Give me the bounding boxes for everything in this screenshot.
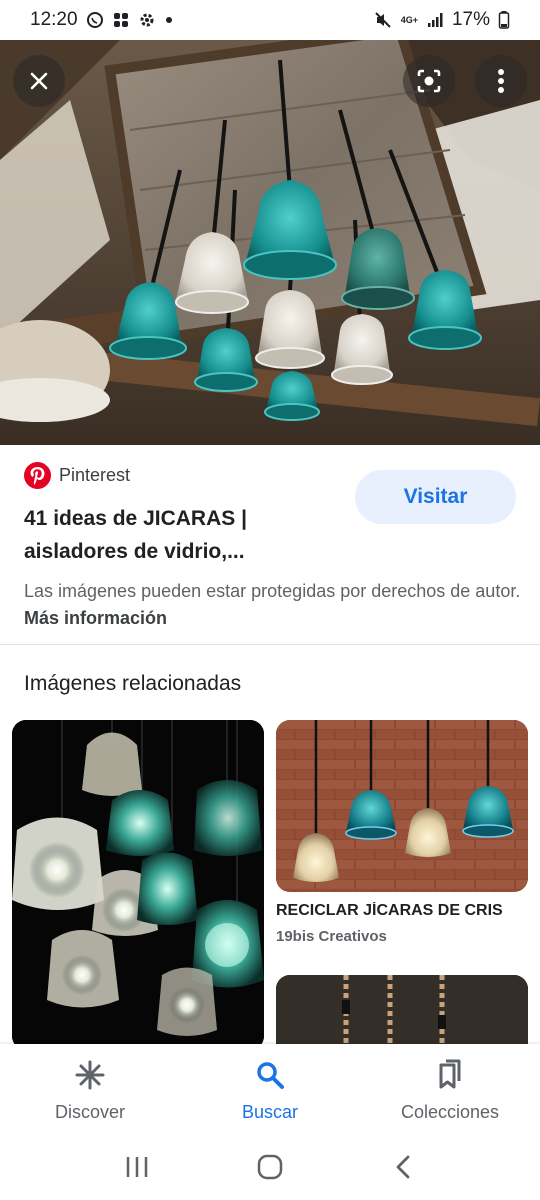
- discover-icon: [74, 1059, 106, 1096]
- settings-icon: [138, 11, 156, 29]
- more-options-button[interactable]: [475, 55, 527, 107]
- recents-icon: [124, 1155, 150, 1184]
- related-image-3[interactable]: [276, 975, 528, 1055]
- slack-icon: [112, 11, 130, 29]
- back-button[interactable]: [373, 1144, 433, 1194]
- dot-icon: [164, 15, 174, 25]
- copyright-notice: Las imágenes pueden estar protegidas por…: [24, 578, 524, 632]
- copyright-text: Las imágenes pueden estar protegidas por…: [24, 581, 521, 601]
- lens-icon: [415, 67, 443, 95]
- lens-button[interactable]: [403, 55, 455, 107]
- nav-collections[interactable]: Colecciones: [360, 1044, 540, 1138]
- clock: 12:20: [30, 9, 78, 30]
- source-name: Pinterest: [59, 465, 131, 485]
- status-right: 4G+ 17%: [373, 9, 510, 31]
- nav-search-label: Buscar: [241, 1102, 299, 1122]
- nav-search[interactable]: Buscar: [180, 1044, 360, 1138]
- nav-collections-label: Colecciones: [400, 1102, 500, 1122]
- recents-button[interactable]: [107, 1144, 167, 1194]
- home-icon: [256, 1153, 284, 1186]
- whatsapp-icon: [86, 11, 104, 29]
- search-icon: [254, 1059, 286, 1096]
- source-row[interactable]: Pinterest: [24, 462, 130, 489]
- collections-icon: [434, 1059, 466, 1096]
- signal-icon: [426, 11, 444, 29]
- related-image-2-caption[interactable]: RECICLAR JÍCARAS DE CRIS: [276, 902, 528, 920]
- close-button[interactable]: [13, 55, 65, 107]
- related-image-3-art: [276, 975, 528, 1055]
- more-info-link[interactable]: Más información: [24, 608, 167, 628]
- pinterest-logo-icon: [24, 462, 51, 489]
- nav-discover-label: Discover: [54, 1102, 125, 1122]
- related-images-heading: Imágenes relacionadas: [24, 672, 242, 695]
- nav-discover[interactable]: Discover: [0, 1044, 180, 1138]
- system-navigation-bar: [0, 1138, 540, 1200]
- result-title[interactable]: 41 ideas de JICARAS | aisladores de vidr…: [24, 502, 334, 568]
- battery-percent: 17%: [451, 9, 490, 30]
- related-image-2-art: [276, 720, 528, 892]
- main-image-art: [0, 40, 540, 445]
- battery-icon: [498, 10, 510, 30]
- home-button[interactable]: [240, 1144, 300, 1194]
- related-image-1-art: [12, 720, 264, 1050]
- main-image[interactable]: [0, 40, 540, 445]
- bottom-navigation: Discover Buscar Colecciones: [0, 1044, 540, 1138]
- close-icon: [27, 69, 51, 93]
- related-image-2[interactable]: [276, 720, 528, 892]
- status-left: 12:20: [30, 9, 174, 31]
- divider: [0, 644, 540, 645]
- related-image-2-source: 19bis Creativos: [276, 928, 387, 945]
- network-icon: 4G+: [400, 14, 418, 25]
- related-image-1[interactable]: [12, 720, 264, 1050]
- more-vert-icon: [497, 68, 505, 94]
- mute-icon: [373, 10, 393, 30]
- status-bar: 12:20 4G+ 17%: [0, 0, 540, 40]
- back-icon: [393, 1154, 413, 1185]
- visit-button[interactable]: Visitar: [355, 470, 516, 524]
